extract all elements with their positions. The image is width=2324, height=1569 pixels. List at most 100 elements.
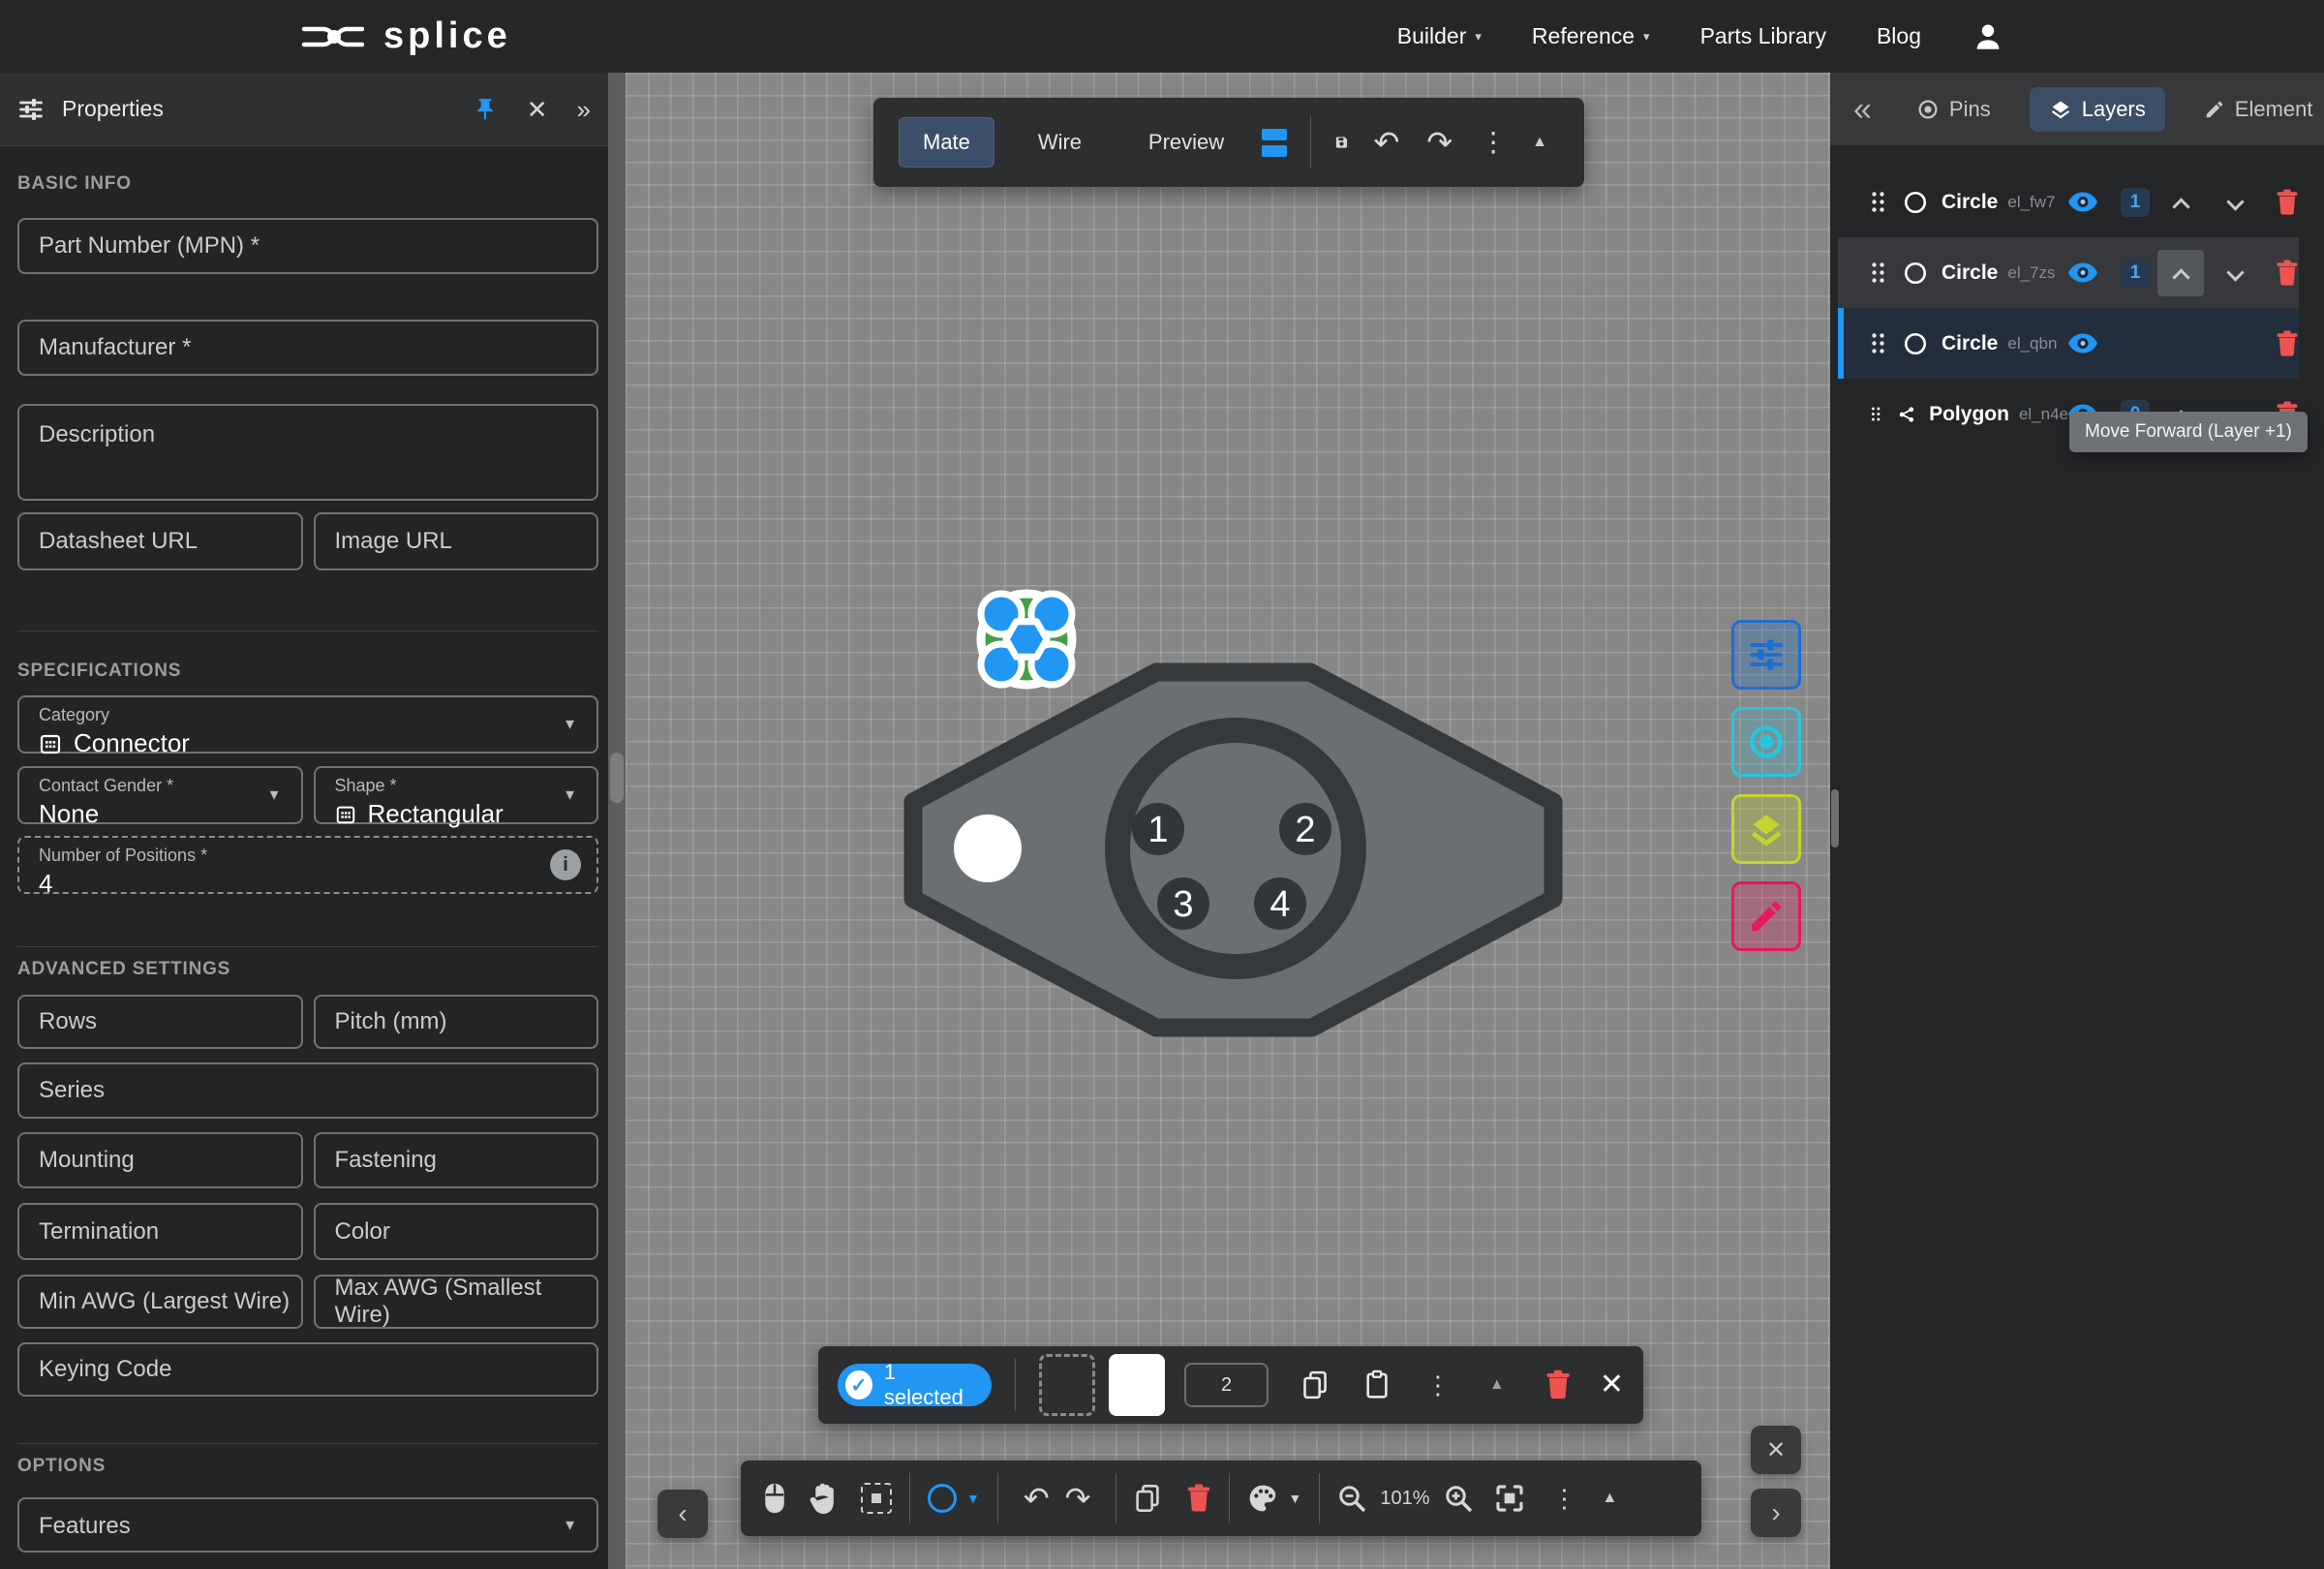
collapse-toolbar-icon[interactable]: ▲ (1520, 134, 1559, 151)
info-icon[interactable]: i (550, 849, 581, 880)
keying-hole-circle[interactable] (954, 815, 1022, 882)
fastening-field[interactable]: Fastening (314, 1132, 599, 1188)
more-options-icon[interactable]: ⋮ (1412, 1372, 1464, 1398)
move-forward-button[interactable] (2157, 250, 2204, 296)
nav-item-blog[interactable]: Blog (1877, 23, 1921, 49)
visibility-eye-icon[interactable] (2068, 192, 2097, 212)
delete-layer-icon[interactable] (2276, 189, 2299, 216)
layer-order-badge[interactable]: 1 (2121, 259, 2150, 288)
more-options-icon[interactable]: ⋮ (1466, 129, 1520, 156)
delete-layer-icon[interactable] (2276, 330, 2299, 357)
fill-none-swatch[interactable] (1039, 1354, 1095, 1416)
drag-handle-icon[interactable] (1871, 262, 1885, 284)
datasheet-url-field[interactable]: Datasheet URL (17, 512, 303, 570)
redo-icon[interactable]: ↷ (1057, 1483, 1099, 1514)
description-field[interactable]: Description (17, 404, 598, 501)
image-url-field[interactable]: Image URL (314, 512, 599, 570)
number-of-positions-field[interactable]: Number of Positions * 4 i (17, 836, 598, 894)
pan-hand-tool-icon[interactable] (809, 1482, 840, 1515)
shape-select[interactable]: Shape * Rectangular ▼ (314, 766, 599, 824)
more-options-icon[interactable]: ⋮ (1539, 1486, 1591, 1511)
layer-order-badge[interactable]: 1 (2121, 188, 2150, 217)
mounting-field[interactable]: Mounting (17, 1132, 303, 1188)
close-overlay-button[interactable]: ✕ (1751, 1426, 1801, 1474)
move-backward-button[interactable] (2212, 250, 2258, 296)
layer-row-circle-el_qbn[interactable]: Circle el_qbn (1838, 308, 2299, 379)
canvas-scrollbar-thumb[interactable] (1831, 789, 1839, 847)
min-awg-field[interactable]: Min AWG (Largest Wire) (17, 1275, 303, 1329)
undo-icon[interactable]: ↶ (1361, 127, 1414, 158)
nav-item-reference[interactable]: Reference ▾ (1532, 23, 1650, 49)
marquee-select-tool-icon[interactable] (861, 1483, 892, 1514)
keying-code-field[interactable]: Keying Code (17, 1342, 598, 1397)
next-page-button[interactable]: › (1751, 1489, 1801, 1537)
pitch-field[interactable]: Pitch (mm) (314, 995, 599, 1049)
zoom-out-icon[interactable] (1337, 1484, 1366, 1513)
paste-icon[interactable] (1363, 1369, 1391, 1401)
tab-pins[interactable]: Pins (1911, 87, 1997, 132)
close-selection-icon[interactable]: ✕ (1600, 1370, 1624, 1400)
tune-tool-button[interactable] (1731, 620, 1801, 690)
stroke-width-input[interactable]: 2 (1184, 1363, 1268, 1407)
category-select[interactable]: Category Connector ▼ (17, 695, 598, 754)
pins-tool-button[interactable] (1731, 707, 1801, 777)
save-icon[interactable] (1334, 128, 1349, 157)
drag-handle-icon[interactable] (1871, 191, 1885, 213)
termination-field[interactable]: Termination (17, 1203, 303, 1260)
visibility-eye-icon[interactable] (2068, 333, 2097, 354)
pin-icon[interactable] (473, 97, 498, 122)
tab-preview[interactable]: Preview (1125, 118, 1247, 167)
layers-tool-button[interactable] (1731, 794, 1801, 864)
redo-icon[interactable]: ↷ (1413, 127, 1466, 158)
connector-drawing[interactable]: 1 2 3 4 (894, 658, 1572, 1045)
close-icon[interactable]: ✕ (527, 97, 548, 122)
properties-scrollbar[interactable] (608, 73, 626, 1569)
layer-row-circle-el_fw7[interactable]: Circle el_fw7 1 (1838, 167, 2299, 237)
collapse-panel-icon[interactable]: « (1853, 93, 1872, 126)
manufacturer-field[interactable]: Manufacturer * (17, 320, 598, 376)
brand[interactable]: splice (300, 15, 511, 57)
mouse-cursor-tool-icon[interactable] (762, 1482, 787, 1515)
prev-page-button[interactable]: ‹ (657, 1490, 708, 1538)
duplicate-icon[interactable] (1134, 1484, 1161, 1513)
collapse-toolbar-icon[interactable]: ▲ (1478, 1376, 1516, 1394)
properties-scrollbar-thumb[interactable] (610, 753, 624, 803)
series-field[interactable]: Series (17, 1062, 598, 1119)
tab-wire[interactable]: Wire (1015, 118, 1105, 167)
palette-icon[interactable] (1247, 1483, 1278, 1514)
shape-tool-caret-icon[interactable]: ▼ (966, 1491, 980, 1506)
tab-element[interactable]: Element (2198, 87, 2319, 132)
fit-to-screen-icon[interactable] (1494, 1483, 1525, 1514)
tab-mate[interactable]: Mate (899, 117, 994, 168)
selection-count-pill[interactable]: ✓ 1 selected (838, 1364, 992, 1406)
layer-row-circle-el_7zs[interactable]: Circle el_7zs 1 (1838, 237, 2299, 308)
delete-icon[interactable] (1186, 1484, 1211, 1513)
stroke-color-swatch[interactable] (1109, 1354, 1165, 1416)
rows-field[interactable]: Rows (17, 995, 303, 1049)
undo-icon[interactable]: ↶ (1016, 1483, 1057, 1514)
part-number-field[interactable]: Part Number (MPN) * (17, 218, 598, 274)
edit-tool-button[interactable] (1731, 881, 1801, 951)
stacked-bars-icon[interactable] (1262, 129, 1287, 157)
zoom-in-icon[interactable] (1444, 1484, 1473, 1513)
nav-item-builder[interactable]: Builder ▾ (1397, 23, 1482, 49)
ellipse-tool-icon[interactable] (928, 1484, 957, 1513)
features-select[interactable]: Features ▼ (17, 1497, 598, 1553)
move-forward-button[interactable] (2157, 179, 2204, 226)
collapse-toolbar-icon[interactable]: ▲ (1591, 1490, 1630, 1507)
user-account-icon[interactable] (1972, 20, 2004, 53)
color-field[interactable]: Color (314, 1203, 599, 1260)
delete-layer-icon[interactable] (2276, 260, 2299, 287)
palette-caret-icon[interactable]: ▼ (1288, 1491, 1301, 1506)
move-backward-button[interactable] (2212, 179, 2258, 226)
builder-canvas[interactable]: 1 2 3 4 Mate Wire Preview (626, 73, 1830, 1569)
tab-layers[interactable]: Layers (2030, 87, 2165, 132)
copy-icon[interactable] (1301, 1369, 1329, 1400)
delete-icon[interactable] (1545, 1369, 1571, 1400)
contact-gender-select[interactable]: Contact Gender * None ▼ (17, 766, 303, 824)
collapse-panel-icon[interactable]: » (577, 97, 591, 122)
visibility-eye-icon[interactable] (2068, 262, 2097, 283)
nav-item-parts-library[interactable]: Parts Library (1700, 23, 1826, 49)
drag-handle-icon[interactable] (1871, 403, 1881, 425)
max-awg-field[interactable]: Max AWG (Smallest Wire) (314, 1275, 599, 1329)
